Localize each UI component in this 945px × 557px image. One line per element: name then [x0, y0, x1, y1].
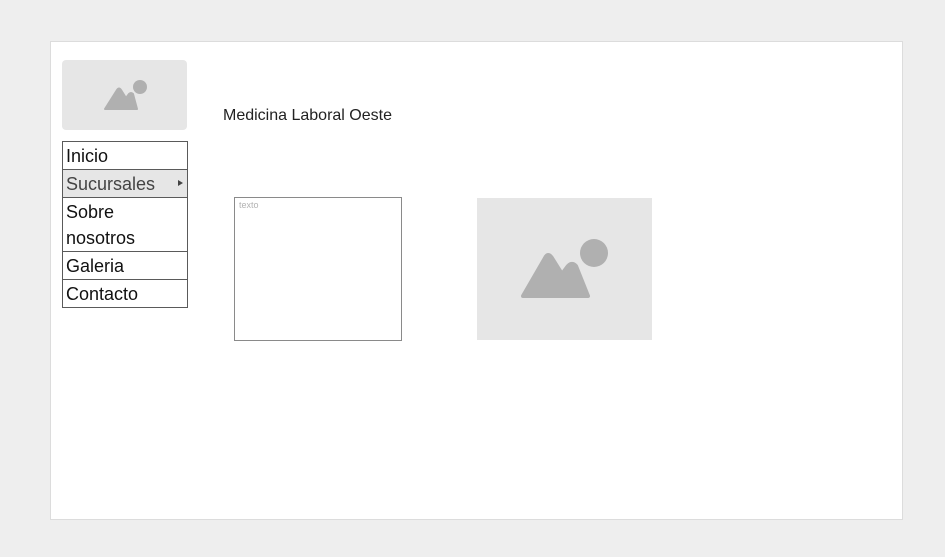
text-area-placeholder: texto: [239, 200, 259, 210]
image-placeholder-icon: [521, 239, 608, 298]
menu-item-contacto[interactable]: Contacto: [63, 280, 187, 307]
menu-item-label: Sobre nosotros: [66, 202, 136, 248]
text-area[interactable]: texto: [234, 197, 402, 341]
menu-item-label: Sucursales: [66, 174, 156, 194]
menu-item-label: Contacto: [66, 284, 139, 304]
menu-item-label: Inicio: [66, 146, 109, 166]
site-title: Medicina Laboral Oeste: [223, 107, 392, 124]
menu-item-sobre-nosotros[interactable]: Sobre nosotros: [63, 198, 187, 252]
menu-item-galeria[interactable]: Galeria: [63, 252, 187, 280]
menu-item-sucursales[interactable]: Sucursales: [63, 170, 187, 198]
content-image-placeholder[interactable]: [477, 198, 652, 340]
logo-image-placeholder[interactable]: [62, 60, 187, 130]
menu-item-label: Galeria: [66, 256, 125, 276]
main-menu: Inicio Sucursales Sobre nosotros Galeria…: [62, 141, 188, 308]
menu-item-inicio[interactable]: Inicio: [63, 142, 187, 170]
image-placeholder-icon: [104, 80, 147, 110]
submenu-arrow-icon: [178, 180, 183, 186]
